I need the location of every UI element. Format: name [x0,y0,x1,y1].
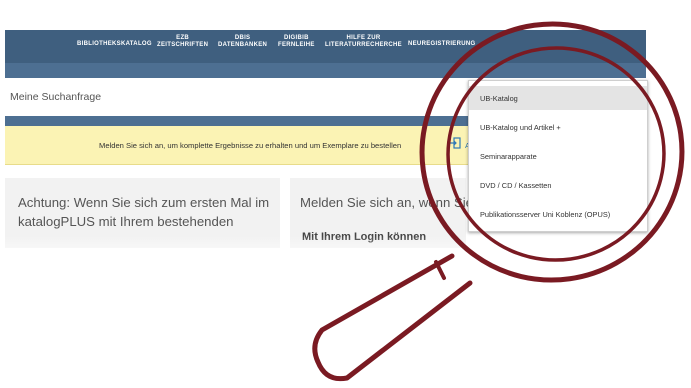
nav-neuregistrierung[interactable]: NEUREGISTRIERUNG [408,41,475,48]
nav-ezb-zeitschriften[interactable]: EZB ZEITSCHRIFTEN [157,35,208,49]
top-navigation-bar: BIBLIOTHEKSKATALOG EZB ZEITSCHRIFTEN DBI… [5,30,646,63]
nav-dbis-datenbanken[interactable]: DBIS DATENBANKEN [218,35,267,49]
card-text: Melden Sie sich an, wenn Sie [300,195,474,210]
nav-label: BIBLIOTHEKSKATALOG [77,41,152,47]
dropdown-option-seminarapparate[interactable]: Seminarapparate [469,144,647,168]
dropdown-option-dvd-cd-kassetten[interactable]: DVD / CD / Kassetten [469,173,647,197]
banner-message: Melden Sie sich an, um komplette Ergebni… [99,141,402,150]
search-input[interactable]: Meine Suchanfrage [10,91,101,103]
catalog-select-dropdown[interactable]: UB-Katalog UB-Katalog und Artikel + Semi… [468,80,648,232]
nav-label-line1: DIGIBIB [283,35,309,41]
card-text: Achtung: Wenn Sie sich zum ersten Mal im… [18,195,270,229]
sub-bar [5,63,646,78]
nav-hilfe-literaturrecherche[interactable]: HILFE ZUR LITERATURRECHERCHE [325,35,402,49]
option-label: Seminarapparate [480,152,537,161]
nav-digibib-fernleihe[interactable]: DIGIBIB FERNLEIHE [278,35,315,49]
dropdown-option-ub-katalog[interactable]: UB-Katalog [469,86,647,110]
nav-label-line1: DBIS [234,35,251,41]
option-label: Publikationsserver Uni Koblenz (OPUS) [480,210,611,219]
nav-label-line2: LITERATURRECHERCHE [325,42,402,48]
nav-label-line1: HILFE ZUR [346,35,381,41]
nav-bibliothekskatalog[interactable]: BIBLIOTHEKSKATALOG [77,41,152,48]
fade-overlay [0,236,691,266]
dropdown-option-opus[interactable]: Publikationsserver Uni Koblenz (OPUS) [469,202,647,226]
option-label: UB-Katalog und Artikel + [480,123,561,132]
login-icon[interactable] [449,137,461,149]
nav-label-line2: ZEITSCHRIFTEN [157,42,209,48]
dropdown-option-ub-katalog-artikel[interactable]: UB-Katalog und Artikel + [469,115,647,139]
nav-label-line2: DATENBANKEN [218,42,268,48]
nav-label: NEUREGISTRIERUNG [408,41,476,47]
nav-label-line2: FERNLEIHE [278,42,315,48]
option-label: UB-Katalog [480,94,518,103]
option-label: DVD / CD / Kassetten [480,181,552,190]
nav-label-line1: EZB [176,35,190,41]
